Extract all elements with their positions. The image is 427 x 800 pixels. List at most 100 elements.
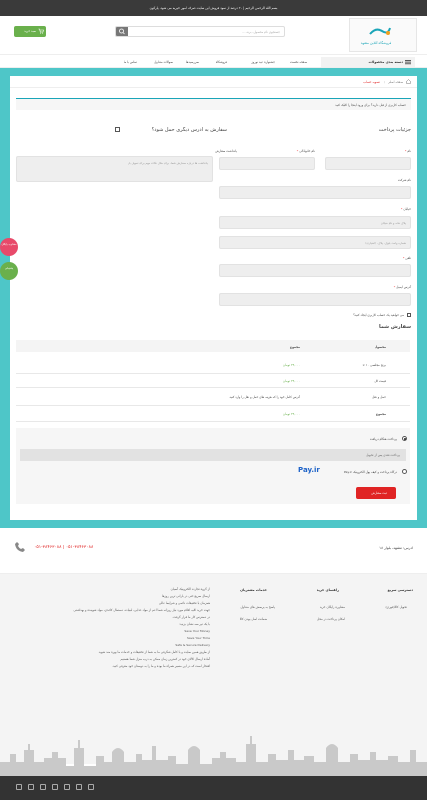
create-account-checkbox[interactable]	[407, 313, 411, 317]
login-notice[interactable]: حساب کاربری از قبل دارید؟ برای ورود اینج…	[16, 98, 411, 110]
social-icon-6[interactable]	[76, 784, 82, 790]
bottom-bar	[0, 776, 427, 800]
search-box[interactable]: جستجوی نام محصول، برند، ...	[115, 26, 285, 37]
search-input[interactable]: جستجوی نام محصول، برند، ...	[140, 30, 280, 34]
search-button[interactable]	[116, 27, 128, 36]
first-name-input[interactable]	[325, 157, 411, 170]
street-label-text: خیابان	[403, 207, 411, 211]
nav-item-faq[interactable]: سوالات متداول	[154, 60, 173, 64]
payir-logo: Pay.ir	[298, 466, 320, 474]
nav-item-home[interactable]: صفحه نخست	[290, 60, 307, 64]
cart-icon	[38, 28, 44, 34]
street-placeholder-2: شماره واحد، بلوک، پلاک، (اختیاری)	[365, 241, 406, 245]
billing-title: جزئیات پرداخت	[378, 127, 411, 133]
search-icon	[119, 28, 125, 35]
social-icon-3[interactable]	[40, 784, 46, 790]
social-icon-2[interactable]	[28, 784, 34, 790]
footer-phones: ۰۵۱-۳۸۴۶۳۰۸۸ | ۰۵۱-۳۸۴۶۳۰۸۸	[34, 545, 94, 550]
footer-col3-title: خدمات مشتریان	[240, 588, 267, 592]
about-line: Save Your Time	[186, 636, 210, 640]
street-input-1[interactable]: پلاک خانه و نام خیابان	[219, 216, 411, 229]
footer-about: از گروه تجارت الکترونیک آسیان ارسال سریع…	[14, 586, 210, 670]
main-nav: دسته بندی محصولات صفحه نخست جشنواره عید …	[0, 54, 427, 68]
cod-radio[interactable]	[402, 436, 407, 441]
footer-col2-title: راهنمای خرید	[316, 588, 339, 592]
last-name-input[interactable]	[219, 157, 315, 170]
city-skyline-illustration	[0, 736, 427, 776]
about-line: از طریق همین سایت و با کامل شگرفی ما به …	[98, 650, 210, 654]
about-line: افتخار است که در این مسیر همراه ما بوده …	[112, 664, 210, 668]
breadcrumb: صفحه اصلی / تسویه حساب	[10, 76, 417, 88]
cod-label[interactable]: پرداخت هنگام دریافت	[370, 437, 397, 441]
logo[interactable]: فروشگاه آنلاین مشهد	[349, 18, 417, 52]
ship-other-label: سفارش به آدرس دیگری حمل شود؟	[151, 127, 227, 133]
payir-label[interactable]: درگاه پرداخت و کیف پول الکترونیک Pay.ir	[344, 470, 397, 474]
order-table-header: محصول مجموع	[16, 340, 410, 352]
phone-input[interactable]	[219, 264, 411, 277]
footer-col2-item-2[interactable]: امکان پرداخت در محل	[317, 617, 345, 621]
order-notes-placeholder: یادداشت ها درباره سفارش شما، برای مثال ن…	[127, 161, 208, 165]
about-line: ارسال سریع حتی در بارانی ترین روزها	[161, 594, 210, 598]
first-name-label: نام *	[405, 149, 411, 153]
footer-address: آدرس: مشهد، بلوار ۱۸	[379, 546, 413, 550]
about-line: آماده ارسال کالای خود در کمترین زمان ممک…	[120, 657, 210, 661]
social-icon-4[interactable]	[52, 784, 58, 790]
about-line: جهت خرید کلیه اقلام مورد نیاز روزانه شما…	[73, 608, 210, 612]
street-placeholder-1: پلاک خانه و نام خیابان	[380, 221, 406, 225]
about-line: Save Your Money	[184, 629, 210, 633]
nav-item-shop[interactable]: فروشگاه	[216, 60, 227, 64]
subtotal-value: ۳۴,۰۰۰ تومان	[282, 379, 300, 383]
company-input[interactable]	[219, 186, 411, 199]
ship-other-checkbox[interactable]	[115, 127, 120, 132]
about-line: Safe & Secure Delivery	[175, 643, 210, 647]
last-name-label-text: نام خانوادگی	[299, 149, 315, 153]
col-product-header: محصول	[374, 345, 386, 349]
social-icon-1[interactable]	[16, 784, 22, 790]
place-order-button[interactable]: ثبت سفارش	[356, 487, 396, 499]
payir-radio[interactable]	[402, 469, 407, 474]
breadcrumb-home[interactable]: صفحه اصلی	[388, 80, 403, 84]
cart-button[interactable]: سبد خرید	[14, 26, 46, 37]
footer-contact-strip: آدرس: مشهد، بلوار ۱۸ ۰۵۱-۳۸۴۶۳۰۸۸ | ۰۵۱-…	[0, 528, 427, 574]
order-row-total: مجموع ۳۴,۰۰۰ تومان	[16, 406, 410, 422]
login-notice-text[interactable]: حساب کاربری از قبل دارید؟ برای ورود اینج…	[335, 103, 406, 107]
footer-col2-item-1[interactable]: مشاوره رایگان خرید	[320, 605, 345, 609]
nav-item-planners[interactable]: سررسیدها	[186, 60, 199, 64]
subtotal-label: قیمت کل	[374, 379, 386, 383]
shipping-label: حمل و نقل	[372, 395, 386, 399]
nav-item-nowruz[interactable]: جشنواره عید نوروز	[251, 60, 275, 64]
required-mark: *	[296, 149, 299, 153]
order-row-shipping: حمل و نقل آدرس کامل خود را که هزینه های …	[16, 388, 410, 406]
footer-col3-item-2[interactable]: ضمانت اصل بودن کالا	[240, 617, 267, 621]
support-badge[interactable]: پشتیبانی	[0, 262, 18, 280]
phone-label: تلفن *	[403, 256, 411, 260]
required-mark: *	[393, 285, 396, 289]
radio-dot	[404, 438, 406, 440]
email-label-text: آدرس ایمیل	[396, 285, 411, 289]
order-notes-field[interactable]: یادداشت ها درباره سفارش شما، برای مثال ن…	[16, 156, 213, 182]
nav-item-contact[interactable]: تماس با ما	[124, 60, 137, 64]
email-label: آدرس ایمیل *	[394, 285, 411, 289]
about-line: از گروه تجارت الکترونیک آسیان	[170, 587, 210, 591]
footer-col1-item[interactable]: تحویل کالا(فوری)	[385, 605, 407, 609]
order-title: سفارش شما	[378, 324, 411, 330]
social-icon-5[interactable]	[64, 784, 70, 790]
home-icon	[406, 79, 411, 84]
category-menu-label: دسته بندی محصولات	[368, 60, 403, 64]
street-input-2[interactable]: شماره واحد، بلوک، پلاک، (اختیاری)	[219, 236, 411, 249]
place-order-label: ثبت سفارش	[371, 491, 387, 495]
payment-box	[16, 428, 410, 504]
social-icon-7[interactable]	[88, 784, 94, 790]
footer-col3-item-1[interactable]: پاسخ به پرسش های متداول	[240, 605, 275, 609]
site-header: فروشگاه آنلاین مشهد جستجوی نام محصول، بر…	[0, 16, 427, 54]
about-line: با یک تیر سه نشان بزنید:	[179, 622, 210, 626]
create-account-label[interactable]: می خواهید یک حساب کاربری ایجاد کنید؟	[353, 313, 404, 317]
category-menu-button[interactable]: دسته بندی محصولات	[321, 57, 415, 67]
cod-description-box: پرداخت نقدی پس از تحویل	[20, 449, 406, 461]
announcement-bar: بسم الله الرحمن الرحیم | ۲۰ درصد از سود …	[0, 0, 427, 16]
email-input[interactable]	[219, 293, 411, 306]
street-label: خیابان *	[401, 207, 411, 211]
consult-badge[interactable]: مشاوره رایگان	[0, 238, 18, 256]
company-label: نام شرکت	[397, 178, 411, 182]
order-item-price: ۳۴,۰۰۰ تومان	[282, 363, 300, 367]
